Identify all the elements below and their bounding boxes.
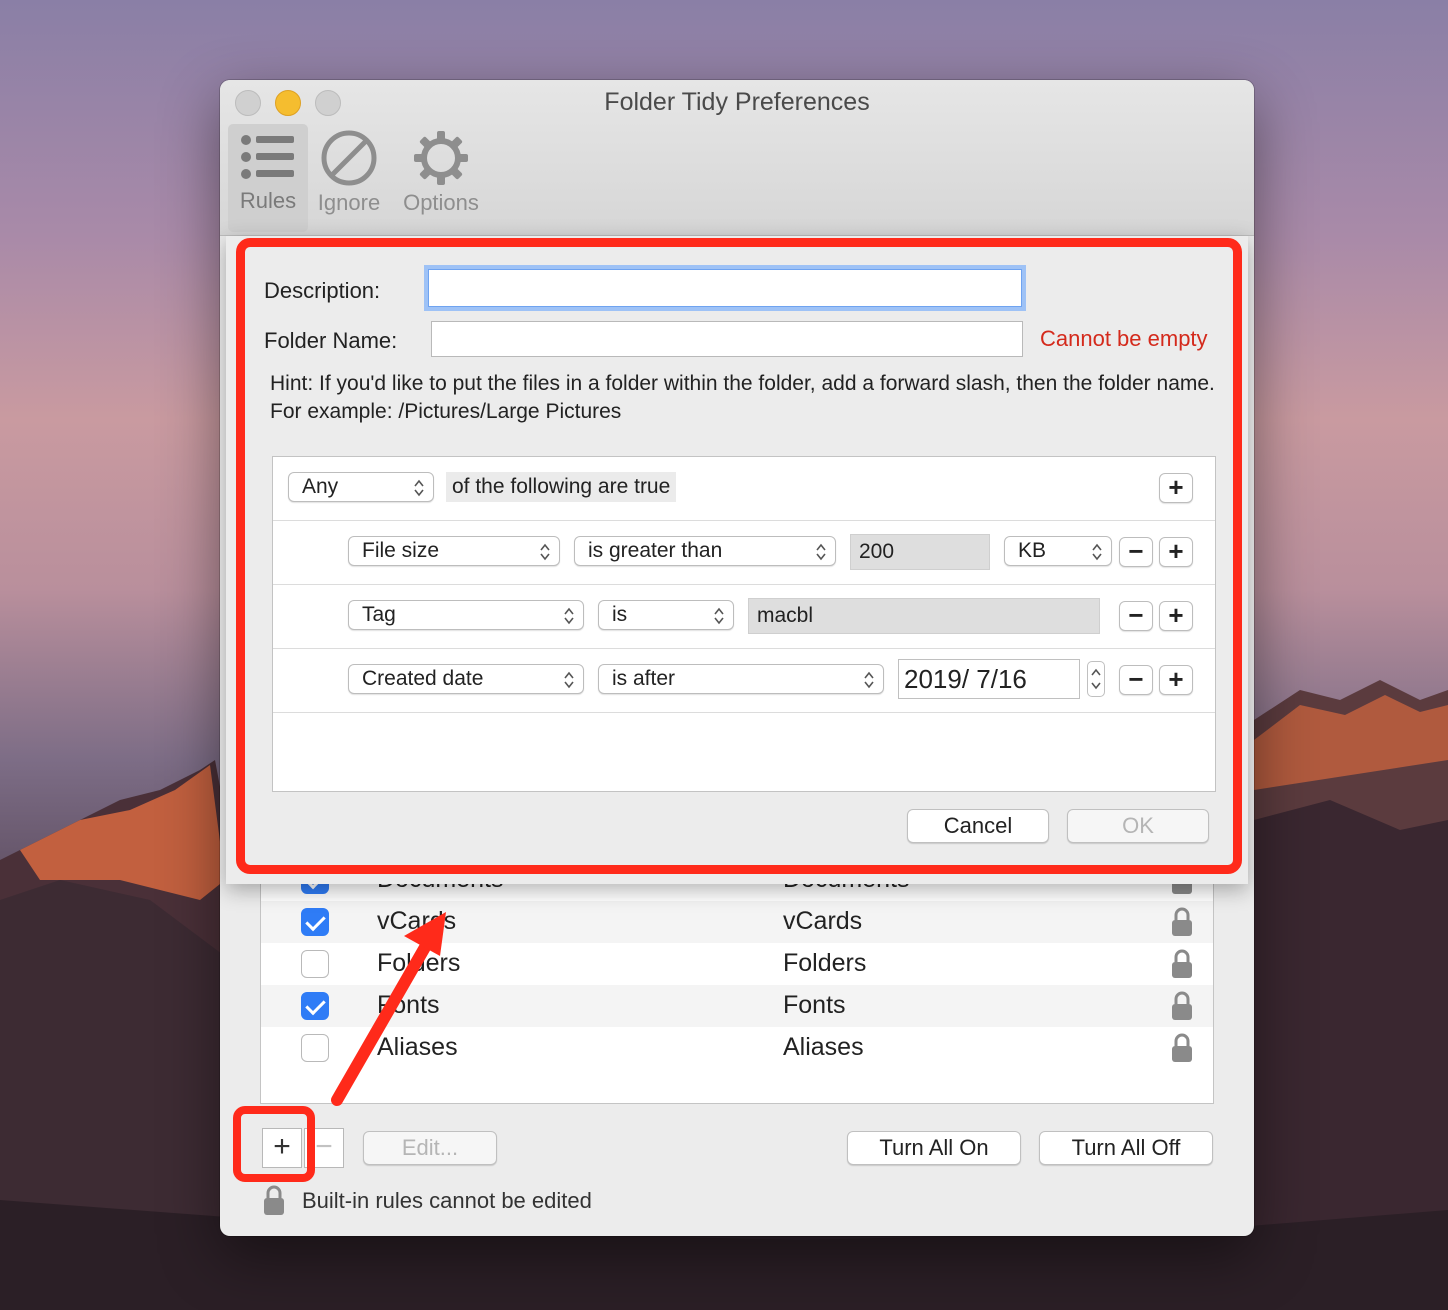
add-criterion-button[interactable]: + xyxy=(1159,473,1193,503)
remove-criterion-button[interactable]: − xyxy=(1119,665,1153,695)
rule-name: Folders xyxy=(377,949,461,977)
description-label: Description: xyxy=(264,278,381,303)
date-stepper[interactable] xyxy=(1087,661,1105,697)
rule-editor-sheet: Description: Folder Name: Cannot be empt… xyxy=(226,236,1248,884)
match-suffix-label: of the following are true xyxy=(446,472,677,502)
unit-value: KB xyxy=(1018,539,1047,562)
updown-chevron-icon xyxy=(540,543,550,561)
toolbar-tab-ignore[interactable]: Ignore xyxy=(312,124,386,232)
remove-rule-button[interactable]: − xyxy=(304,1128,344,1168)
date-value-field[interactable]: 2019/ 7/16 xyxy=(898,659,1080,699)
operator-popup[interactable]: is xyxy=(598,600,734,630)
updown-chevron-icon xyxy=(1091,668,1101,690)
rule-enabled-checkbox[interactable] xyxy=(301,908,329,936)
criterion-row: Tag is macbl − + xyxy=(273,585,1215,649)
toolbar-label-rules: Rules xyxy=(239,188,297,213)
attribute-value: File size xyxy=(362,539,440,562)
table-row[interactable]: Folders Folders xyxy=(261,943,1213,985)
rule-name: Aliases xyxy=(377,1033,458,1061)
turn-all-off-button[interactable]: Turn All Off xyxy=(1039,1131,1213,1165)
rule-folder: Fonts xyxy=(783,991,846,1019)
attribute-popup[interactable]: Created date xyxy=(348,664,584,694)
add-criterion-button[interactable]: + xyxy=(1159,537,1193,567)
match-mode-popup[interactable]: Any xyxy=(288,472,434,502)
gear-icon xyxy=(414,131,468,185)
match-mode-value: Any xyxy=(302,475,339,498)
criterion-row: Created date is after 2019/ 7/16 − + xyxy=(273,649,1215,713)
updown-chevron-icon xyxy=(1092,543,1102,561)
criteria-editor: Any of the following are true + File siz… xyxy=(272,456,1216,792)
add-criterion-button[interactable]: + xyxy=(1159,601,1193,631)
preferences-window: Folder Tidy Preferences Rules Ignore Opt… xyxy=(220,80,1254,1236)
unit-popup[interactable]: KB xyxy=(1004,536,1112,566)
list-icon xyxy=(241,135,294,179)
operator-popup[interactable]: is greater than xyxy=(574,536,836,566)
folder-name-label: Folder Name: xyxy=(264,328,398,353)
cancel-button[interactable]: Cancel xyxy=(907,809,1049,843)
attribute-value: Tag xyxy=(362,603,396,626)
operator-popup[interactable]: is after xyxy=(598,664,884,694)
lock-icon xyxy=(1172,949,1192,978)
updown-chevron-icon xyxy=(564,607,574,625)
criteria-header-row: Any of the following are true + xyxy=(273,457,1215,521)
attribute-popup[interactable]: Tag xyxy=(348,600,584,630)
rule-enabled-checkbox[interactable] xyxy=(301,992,329,1020)
updown-chevron-icon xyxy=(816,543,826,561)
toolbar-label-options: Options xyxy=(403,190,479,215)
rule-enabled-checkbox[interactable] xyxy=(301,1034,329,1062)
turn-all-on-button[interactable]: Turn All On xyxy=(847,1131,1021,1165)
rules-table: Documents Documents vCards vCards Folder… xyxy=(260,870,1214,1104)
toolbar-tab-rules[interactable]: Rules xyxy=(228,124,308,232)
remove-criterion-button[interactable]: − xyxy=(1119,601,1153,631)
attribute-value: Created date xyxy=(362,667,484,690)
criterion-row: File size is greater than 200 KB − + xyxy=(273,521,1215,585)
operator-value: is xyxy=(612,603,628,626)
lock-icon xyxy=(1172,991,1192,1020)
window-title: Folder Tidy Preferences xyxy=(604,88,870,116)
lock-icon xyxy=(1172,1033,1192,1062)
lock-icon xyxy=(1172,907,1192,936)
updown-chevron-icon xyxy=(564,671,574,689)
title-bar: Folder Tidy Preferences Rules Ignore Opt… xyxy=(220,80,1254,236)
rule-enabled-checkbox[interactable] xyxy=(301,950,329,978)
rule-folder: Folders xyxy=(783,949,867,977)
toolbar-label-ignore: Ignore xyxy=(317,190,381,215)
lock-icon xyxy=(264,1185,284,1215)
operator-value: is greater than xyxy=(588,539,723,562)
remove-criterion-button[interactable]: − xyxy=(1119,537,1153,567)
updown-chevron-icon xyxy=(864,671,874,689)
updown-chevron-icon xyxy=(714,607,724,625)
tag-value-field[interactable]: macbl xyxy=(748,598,1100,634)
add-criterion-button[interactable]: + xyxy=(1159,665,1193,695)
add-rule-button[interactable]: + xyxy=(262,1128,302,1168)
folder-name-input[interactable] xyxy=(431,321,1023,357)
prohibited-icon xyxy=(321,130,377,186)
toolbar-tab-options[interactable]: Options xyxy=(396,124,486,232)
file-size-value-field[interactable]: 200 xyxy=(850,534,990,570)
rule-folder: Aliases xyxy=(783,1033,864,1061)
table-row[interactable]: vCards vCards xyxy=(261,901,1213,943)
updown-chevron-icon xyxy=(414,479,424,497)
hint-text: Hint: If you'd like to put the files in … xyxy=(270,372,1215,423)
description-input[interactable] xyxy=(428,269,1022,307)
edit-rule-button[interactable]: Edit... xyxy=(363,1131,497,1165)
folder-name-error: Cannot be empty xyxy=(1040,326,1208,351)
rule-folder: vCards xyxy=(783,907,863,935)
built-in-rules-note: Built-in rules cannot be edited xyxy=(302,1188,592,1213)
attribute-popup[interactable]: File size xyxy=(348,536,560,566)
rule-name: Fonts xyxy=(377,991,440,1019)
operator-value: is after xyxy=(612,667,676,690)
table-row[interactable]: Aliases Aliases xyxy=(261,1027,1213,1069)
table-row[interactable]: Fonts Fonts xyxy=(261,985,1213,1027)
ok-button[interactable]: OK xyxy=(1067,809,1209,843)
rule-name: vCards xyxy=(377,907,457,935)
